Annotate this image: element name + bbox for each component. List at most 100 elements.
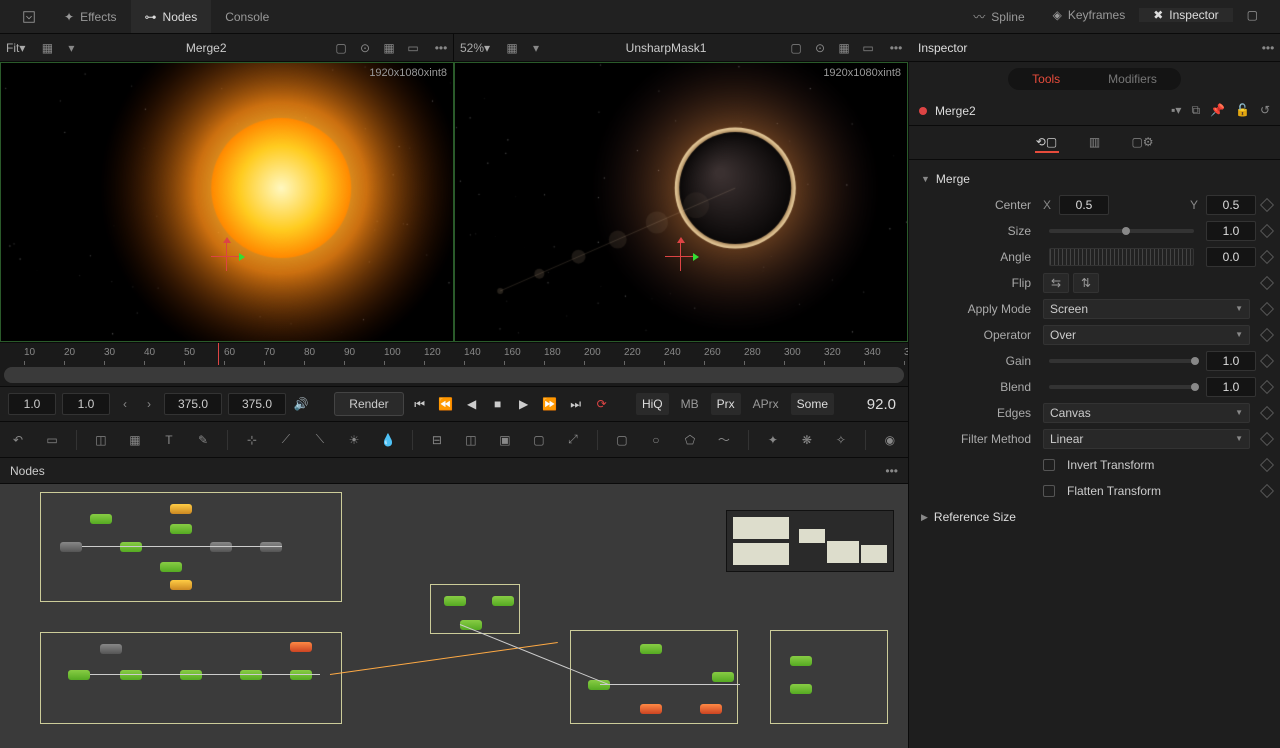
resize-icon[interactable]: ⤢ [563, 429, 583, 451]
lock-icon[interactable]: 🔓 [1235, 103, 1250, 118]
viewer2-opts-icon[interactable]: ▾ [526, 39, 546, 57]
viewer1-layout-icon[interactable]: ▦ [37, 39, 57, 57]
viewer-left[interactable]: 1920x1080xint8 [0, 62, 454, 342]
viewer1-zoom[interactable]: Fit▾ [0, 41, 31, 55]
hiq-button[interactable]: HiQ [636, 393, 669, 415]
light-icon[interactable]: ☀ [344, 429, 364, 451]
angle-dial[interactable] [1049, 248, 1194, 266]
clip-icon[interactable]: ▭ [42, 429, 62, 451]
3d-icon[interactable]: ◉ [880, 429, 900, 451]
tab-inspector[interactable]: ✖Inspector [1139, 8, 1232, 22]
keyframe-icon[interactable] [1260, 302, 1274, 316]
prx-button[interactable]: Prx [711, 393, 741, 415]
viewer1-opts-icon[interactable]: ▾ [61, 39, 81, 57]
viewer1-c-icon[interactable]: ▦ [379, 39, 399, 57]
keyframe-icon[interactable] [1260, 484, 1274, 498]
tab-nodes[interactable]: ⊶Nodes [131, 0, 212, 33]
tab-keyframes[interactable]: ◈Keyframes [1039, 8, 1140, 22]
keyframe-icon[interactable] [1260, 432, 1274, 446]
viewer-right[interactable]: 1920x1080xint8 [454, 62, 908, 342]
nodes-panel[interactable] [0, 484, 908, 748]
inspector-tab-modifiers[interactable]: Modifiers [1084, 68, 1181, 90]
operator-select[interactable]: Over▼ [1043, 325, 1250, 345]
keyframe-icon[interactable] [1260, 224, 1274, 238]
text-icon[interactable]: T [159, 429, 179, 451]
play-icon[interactable]: ▶ [514, 393, 534, 415]
mask2-icon[interactable]: ▢ [529, 429, 549, 451]
size-slider[interactable] [1049, 229, 1194, 233]
crosshair-icon[interactable] [665, 241, 695, 271]
bspline-icon[interactable]: 〜 [714, 429, 734, 451]
node-enable-dot[interactable] [919, 107, 927, 115]
keyframe-icon[interactable] [1260, 406, 1274, 420]
viewer1-b-icon[interactable]: ⊙ [355, 39, 375, 57]
keyframe-icon[interactable] [1260, 458, 1274, 472]
viewer2-c-icon[interactable]: ▦ [834, 39, 854, 57]
keyframe-icon[interactable] [1260, 250, 1274, 264]
audio-icon[interactable]: 🔊 [292, 393, 310, 415]
rewind-icon[interactable]: ⏪ [436, 393, 456, 415]
loop-icon[interactable]: ⟳ [592, 393, 612, 415]
viewer2-layout-icon[interactable]: ▦ [502, 39, 522, 57]
menu-dropdown[interactable] [8, 0, 50, 33]
render-button[interactable]: Render [334, 392, 403, 416]
window-icon[interactable]: ⧉ [1191, 103, 1200, 118]
keyframe-icon[interactable] [1260, 328, 1274, 342]
blend-field[interactable]: 1.0 [1206, 377, 1256, 397]
tab-common-icon[interactable]: ▢⚙ [1131, 133, 1155, 153]
poly-icon[interactable]: ⬠ [680, 429, 700, 451]
range-end-field[interactable]: 375.0 [228, 393, 286, 415]
center-x-field[interactable]: 0.5 [1059, 195, 1109, 215]
inspector-tab-tools[interactable]: Tools [1008, 68, 1084, 90]
tracker-icon[interactable]: ⊹ [242, 429, 262, 451]
keyframe-icon[interactable] [1260, 354, 1274, 368]
ffwd-icon[interactable]: ⏩ [540, 393, 560, 415]
pin-icon[interactable]: 📌 [1210, 103, 1225, 118]
curve1-icon[interactable]: ⟋ [276, 429, 296, 451]
tab-spline[interactable]: 〰Spline [959, 8, 1038, 25]
viewer2-d-icon[interactable]: ▭ [858, 39, 878, 57]
rect-icon[interactable]: ▢ [612, 429, 632, 451]
tab-settings-icon[interactable]: ▥ [1083, 133, 1107, 153]
flip-h-button[interactable]: ⇆ [1043, 273, 1069, 293]
crosshair-icon[interactable] [211, 241, 241, 271]
flip-v-button[interactable]: ⇅ [1073, 273, 1099, 293]
tab-effects[interactable]: ✦Effects [50, 0, 131, 33]
stop-icon[interactable]: ■ [488, 393, 508, 415]
play-rev-icon[interactable]: ◀ [462, 393, 482, 415]
blur-icon[interactable]: 💧 [378, 429, 398, 451]
gain-field[interactable]: 1.0 [1206, 351, 1256, 371]
versions-icon[interactable]: ▪▾ [1171, 103, 1181, 118]
checker-icon[interactable]: ▦ [125, 429, 145, 451]
edges-select[interactable]: Canvas▼ [1043, 403, 1250, 423]
current-frame-field[interactable]: 375.0 [164, 393, 222, 415]
flatten-checkbox[interactable] [1043, 485, 1055, 497]
particle3-icon[interactable]: ✧ [831, 429, 851, 451]
filter-select[interactable]: Linear▼ [1043, 429, 1250, 449]
keyframe-icon[interactable] [1260, 198, 1274, 212]
size-field[interactable]: 1.0 [1206, 221, 1256, 241]
keyframe-icon[interactable] [1260, 380, 1274, 394]
tab-controls-icon[interactable]: ⟲▢ [1035, 133, 1059, 153]
tab-monitor[interactable]: ▢ [1233, 8, 1272, 22]
viewer2-b-icon[interactable]: ⊙ [810, 39, 830, 57]
ellipse-icon[interactable]: ○ [646, 429, 666, 451]
curve2-icon[interactable]: ⟍ [310, 429, 330, 451]
aprx-button[interactable]: APrx [747, 393, 785, 415]
goto-start-icon[interactable]: ⏮ [410, 393, 430, 415]
viewer2-a-icon[interactable]: ▢ [786, 39, 806, 57]
nodes-more[interactable]: ••• [885, 464, 898, 478]
xf-icon[interactable]: ◫ [461, 429, 481, 451]
step-fwd-icon[interactable]: › [140, 393, 158, 415]
gradient-icon[interactable]: ◫ [91, 429, 111, 451]
center-y-field[interactable]: 0.5 [1206, 195, 1256, 215]
goto-end-icon[interactable]: ⏭ [566, 393, 586, 415]
apply-mode-select[interactable]: Screen▼ [1043, 299, 1250, 319]
timeline-scrollbar[interactable] [4, 367, 904, 383]
some-button[interactable]: Some [791, 393, 834, 415]
inspector-more[interactable]: ••• [1256, 41, 1280, 55]
particle2-icon[interactable]: ❋ [797, 429, 817, 451]
viewer2-more[interactable]: ••• [884, 41, 908, 55]
undo-icon[interactable]: ↶ [8, 429, 28, 451]
tab-console[interactable]: Console [211, 0, 283, 33]
